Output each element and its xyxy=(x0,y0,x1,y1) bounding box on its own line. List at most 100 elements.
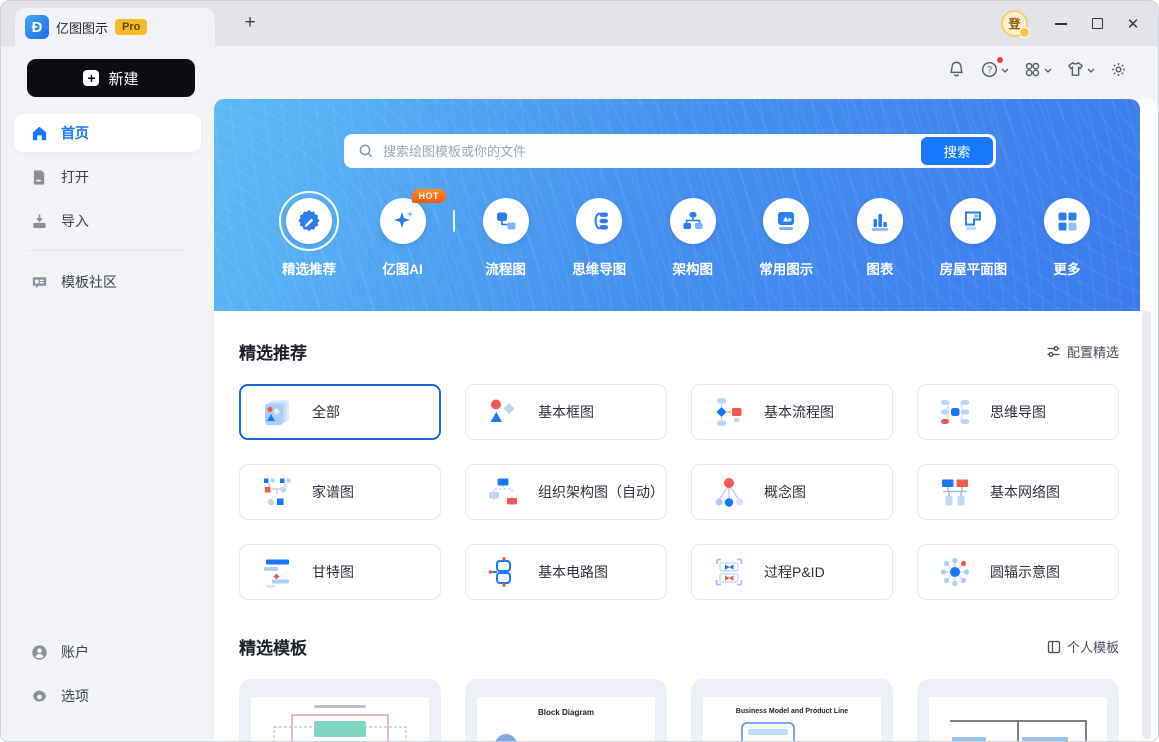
template-thumbnail[interactable] xyxy=(917,679,1119,741)
category-charts[interactable]: 图表 xyxy=(837,198,923,278)
card-basic-network[interactable]: 基本网络图 xyxy=(917,464,1119,520)
card-label: 概念图 xyxy=(764,484,806,500)
category-more[interactable]: 更多 xyxy=(1024,198,1110,278)
sidebar-item-label: 选项 xyxy=(61,688,89,704)
org-structure-icon xyxy=(683,212,703,229)
flowchart-icon xyxy=(496,212,516,230)
category-label: 图表 xyxy=(866,262,894,277)
card-label: 基本框图 xyxy=(538,404,594,420)
category-architecture[interactable]: 架构图 xyxy=(650,198,736,278)
templates-title: 精选模板 xyxy=(239,639,307,658)
new-document-button[interactable]: + 新建 xyxy=(27,59,195,97)
sidebar-item-template-community[interactable]: 模板社区 xyxy=(14,263,201,301)
card-label: 思维导图 xyxy=(990,404,1046,420)
maximize-button[interactable] xyxy=(1082,8,1112,40)
card-label: 基本流程图 xyxy=(764,404,834,420)
app-body: ? + 新建 首页 打开 导入 模板社区 账户 选项 搜索绘图模板或你的文件 搜… xyxy=(1,46,1158,741)
banner: 搜索 精选推荐 HOT 亿图AI 流程图 xyxy=(214,99,1140,311)
card-label: 圆辐示意图 xyxy=(990,564,1060,580)
chevron-down-icon xyxy=(1044,68,1052,73)
card-all[interactable]: 全部 xyxy=(239,384,441,440)
sidebar-item-import[interactable]: 导入 xyxy=(14,202,201,240)
sidebar-item-account[interactable]: 账户 xyxy=(14,633,201,671)
card-concept-map[interactable]: 概念图 xyxy=(691,464,893,520)
personal-templates-button[interactable]: 个人模板 xyxy=(1047,637,1119,656)
template-preview: Business Model and Product Line xyxy=(736,708,849,741)
gear-icon xyxy=(1112,63,1125,76)
panel-content: 精选推荐 配置精选 全部 基本框图 基本流程图 思维导图 家谱图 组织架构图（自… xyxy=(214,311,1144,741)
new-tab-button[interactable]: + xyxy=(237,10,263,36)
category-floor-plan[interactable]: 房屋平面图 xyxy=(930,198,1016,278)
category-label: 常用图示 xyxy=(759,262,814,277)
sidebar-bottom-nav: 账户 选项 xyxy=(14,633,201,721)
category-mindmap[interactable]: 思维导图 xyxy=(556,198,642,278)
template-thumbnail[interactable]: Block Diagram xyxy=(465,679,667,741)
search-bar: 搜索 xyxy=(344,134,996,168)
card-basic-block[interactable]: 基本框图 xyxy=(465,384,667,440)
sidebar-item-label: 打开 xyxy=(61,169,89,185)
sidebar-nav: 首页 打开 导入 模板社区 xyxy=(14,114,201,307)
template-thumbnail[interactable]: Business Model and Product Line xyxy=(691,679,893,741)
template-thumbnail[interactable] xyxy=(239,679,441,741)
thumbnail-title: Business Model and Product Line xyxy=(736,708,849,715)
card-basic-circuit[interactable]: 基本电路图 xyxy=(465,544,667,600)
basic-network-icon xyxy=(942,479,968,506)
basic-circuit-icon xyxy=(488,557,511,587)
window-controls: 登 ✕ xyxy=(1001,1,1148,46)
card-org-chart-auto[interactable]: 组织架构图（自动） xyxy=(465,464,667,520)
community-chat-icon xyxy=(32,276,47,288)
plus-icon: + xyxy=(83,70,100,86)
more-grid-icon xyxy=(1058,212,1077,231)
theme-button[interactable] xyxy=(1064,58,1097,81)
sidebar-item-options[interactable]: 选项 xyxy=(14,677,201,715)
category-label: 架构图 xyxy=(672,262,713,277)
sidebar-item-open[interactable]: 打开 xyxy=(14,158,201,196)
card-radial-diagram[interactable]: 圆辐示意图 xyxy=(917,544,1119,600)
settings-button[interactable] xyxy=(1107,58,1130,81)
radial-diagram-icon xyxy=(940,557,970,587)
category-common-diagrams[interactable]: 常用图示 xyxy=(743,198,829,278)
org-chart-auto-icon xyxy=(489,478,517,505)
bell-icon xyxy=(950,61,963,77)
card-mindmap[interactable]: 思维导图 xyxy=(917,384,1119,440)
sidebar-item-label: 首页 xyxy=(61,125,89,141)
template-thumbnail-grid: Block Diagram Business Model and Product… xyxy=(239,679,1119,741)
document-icon xyxy=(33,169,45,185)
new-button-label: 新建 xyxy=(108,70,139,88)
category-ai[interactable]: HOT 亿图AI xyxy=(360,189,447,278)
configure-featured-button[interactable]: 配置精选 xyxy=(1046,342,1119,361)
app-window: Ð 亿图图示 Pro + 登 ✕ ? + 新建 首页 打开 导入 模板社区 账户… xyxy=(0,0,1159,742)
family-tree-icon xyxy=(264,478,291,506)
apps-button[interactable] xyxy=(1021,58,1054,81)
personal-templates-label: 个人模板 xyxy=(1066,640,1119,655)
bar-chart-icon xyxy=(871,214,888,231)
card-process-pid[interactable]: 过程P&ID xyxy=(691,544,893,600)
template-preview xyxy=(950,720,1087,741)
help-button[interactable]: ? xyxy=(978,57,1011,81)
concept-map-icon xyxy=(715,478,744,507)
templates-section-header: 精选模板 个人模板 xyxy=(239,634,1119,659)
search-button[interactable]: 搜索 xyxy=(921,137,993,165)
category-flowchart[interactable]: 流程图 xyxy=(463,198,549,278)
card-family-tree[interactable]: 家谱图 xyxy=(239,464,441,520)
minimize-icon xyxy=(1055,22,1067,25)
pro-badge: Pro xyxy=(115,19,148,35)
help-alert-dot xyxy=(997,57,1003,63)
vip-badge-icon xyxy=(1019,27,1030,38)
sidebar-item-label: 模板社区 xyxy=(61,274,117,290)
search-input[interactable] xyxy=(383,134,996,168)
category-featured[interactable]: 精选推荐 xyxy=(266,191,352,278)
close-button[interactable]: ✕ xyxy=(1118,8,1148,40)
sidebar-divider xyxy=(28,250,187,251)
category-label: 更多 xyxy=(1053,262,1081,277)
common-diagrams-icon xyxy=(778,212,795,230)
sidebar-item-home[interactable]: 首页 xyxy=(14,114,201,152)
minimize-button[interactable] xyxy=(1046,8,1076,40)
notifications-button[interactable] xyxy=(945,58,968,81)
maximize-icon xyxy=(1091,18,1103,29)
card-basic-flowchart[interactable]: 基本流程图 xyxy=(691,384,893,440)
card-gantt[interactable]: 甘特图 xyxy=(239,544,441,600)
user-avatar[interactable]: 登 xyxy=(1001,10,1030,38)
options-gear-icon xyxy=(32,689,47,702)
app-tab[interactable]: Ð 亿图图示 Pro xyxy=(15,8,215,46)
